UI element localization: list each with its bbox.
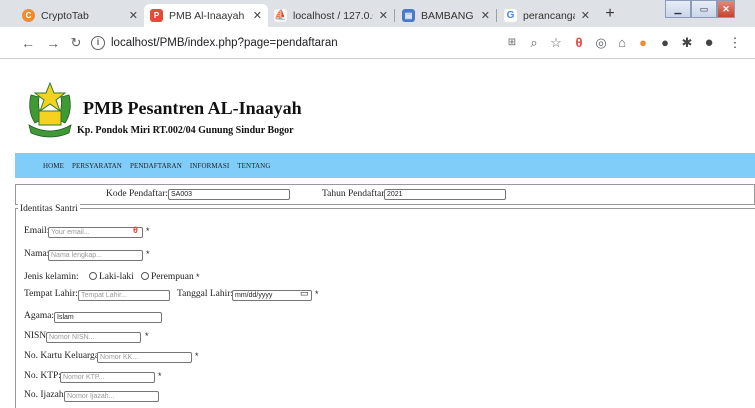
- nama-input[interactable]: Nama lengkap...: [48, 250, 143, 261]
- site-header: PMB Pesantren AL-Inaayah Kp. Pondok Miri…: [15, 75, 755, 150]
- fieldset-legend: Identitas Santri: [18, 204, 80, 214]
- minimize-button[interactable]: ▁: [665, 0, 691, 18]
- tab-google-search[interactable]: G perancangan prose ✕: [498, 4, 596, 27]
- kode-label: Kode Pendaftar:: [106, 189, 168, 199]
- tab-phpmyadmin[interactable]: ⛵ localhost / 127.0.0. ✕: [268, 4, 394, 27]
- tab-label: PMB Al-Inaayah: [169, 9, 245, 22]
- maximize-button[interactable]: ▭: [691, 0, 717, 18]
- extensions-puzzle-icon[interactable]: ✱: [678, 34, 696, 52]
- tab-label: BAMBANG KUSTR: [421, 9, 475, 22]
- tab-cryptotab[interactable]: C CryptoTab ✕: [16, 4, 144, 27]
- translate-icon[interactable]: ⊞: [503, 34, 521, 52]
- tahun-label: Tahun Pendaftar:: [322, 189, 388, 199]
- radio-perempuan[interactable]: Perempuan: [141, 272, 194, 282]
- required-mark: *: [145, 331, 149, 341]
- web-page: PMB Pesantren AL-Inaayah Kp. Pondok Miri…: [0, 60, 755, 408]
- kartu-keluarga-input[interactable]: Nomor KK...: [97, 352, 192, 363]
- agama-input[interactable]: Islam: [54, 312, 162, 323]
- new-tab-button[interactable]: +: [599, 4, 621, 24]
- tab-label: localhost / 127.0.0.: [293, 9, 373, 22]
- nav-pendaftaran[interactable]: PENDAFTARAN: [130, 162, 182, 170]
- kode-pendaftar-input[interactable]: SA003: [168, 189, 290, 200]
- required-mark: *: [146, 249, 150, 259]
- site-title: PMB Pesantren AL-Inaayah: [83, 98, 302, 118]
- tab-label: perancangan prose: [523, 9, 575, 22]
- close-icon[interactable]: ✕: [253, 9, 262, 22]
- required-mark: *: [158, 371, 162, 381]
- required-mark: *: [195, 351, 199, 361]
- required-mark: *: [146, 226, 150, 236]
- tab-divider: [394, 9, 395, 22]
- back-icon[interactable]: ←: [18, 33, 38, 53]
- phpmyadmin-icon: ⛵: [274, 9, 287, 22]
- tab-document[interactable]: ▤ BAMBANG KUSTR ✕: [396, 4, 496, 27]
- pmb-favicon: P: [150, 9, 163, 22]
- tempat-lahir-label: Tempat Lahir:: [24, 289, 78, 299]
- bookmark-star-icon[interactable]: ☆: [547, 34, 565, 52]
- extension-lock-icon[interactable]: θ: [570, 34, 588, 52]
- nama-label: Nama:: [24, 249, 50, 259]
- nav-informasi[interactable]: INFORMASI: [190, 162, 229, 170]
- agama-label: Agama:: [24, 311, 55, 321]
- nav-home[interactable]: HOME: [43, 162, 64, 170]
- window-controls: ▁ ▭ ✕: [665, 0, 735, 18]
- ktp-input[interactable]: Nomor KTP...: [60, 372, 155, 383]
- tempat-lahir-input[interactable]: Tempat Lahir...: [78, 290, 170, 301]
- calendar-icon[interactable]: ▭: [300, 288, 309, 299]
- close-icon[interactable]: ✕: [379, 9, 388, 22]
- tab-divider: [496, 9, 497, 22]
- forward-icon[interactable]: →: [43, 33, 63, 53]
- radio-button[interactable]: [89, 272, 97, 280]
- cryptotab-icon: C: [22, 9, 35, 22]
- jenis-kelamin-label: Jenis kelamin:: [24, 272, 79, 282]
- ktp-label: No. KTP:: [24, 371, 61, 381]
- site-address: Kp. Pondok Miri RT.002/04 Gunung Sindur …: [77, 125, 294, 136]
- close-icon[interactable]: ✕: [581, 9, 590, 22]
- nav-tentang[interactable]: TENTANG: [237, 162, 270, 170]
- radio-label: Perempuan: [151, 272, 194, 282]
- ijazah-input[interactable]: Nomor Ijazah...: [64, 391, 159, 402]
- close-icon[interactable]: ✕: [129, 9, 138, 22]
- tanggal-lahir-label: Tanggal Lahir:: [177, 289, 234, 299]
- kartu-keluarga-label: No. Kartu Keluarga:: [24, 351, 102, 361]
- ijazah-label: No. Ijazah:: [24, 390, 67, 400]
- document-icon: ▤: [402, 9, 415, 22]
- zoom-icon[interactable]: ⌕: [525, 34, 543, 52]
- browser-toolbar: ← → ↻ i localhost/PMB/index.php?page=pen…: [0, 27, 755, 59]
- info-icon[interactable]: i: [91, 35, 105, 50]
- profile-avatar-icon[interactable]: ●: [700, 34, 718, 52]
- password-manager-icon[interactable]: θ: [133, 225, 138, 235]
- tab-label: CryptoTab: [41, 9, 89, 22]
- cryptotab-extension-icon[interactable]: ●: [634, 34, 652, 52]
- tab-pmb-al-inaayah[interactable]: P PMB Al-Inaayah ✕: [144, 4, 268, 27]
- pesantren-logo-icon: [28, 81, 72, 138]
- radio-button[interactable]: [141, 272, 149, 280]
- tahun-pendaftar-input[interactable]: 2021: [384, 189, 506, 200]
- extension-circle-icon[interactable]: ◎: [592, 34, 610, 52]
- extension-dark-icon[interactable]: ●: [656, 34, 674, 52]
- nisn-input[interactable]: Nomor NISN...: [46, 332, 141, 343]
- required-mark: *: [315, 289, 319, 299]
- url-text: localhost/PMB/index.php?page=pendaftaran: [111, 36, 338, 49]
- home-icon[interactable]: ⌂: [613, 34, 631, 52]
- main-navigation: HOME PERSYARATAN PENDAFTARAN INFORMASI T…: [15, 153, 755, 178]
- required-mark: *: [196, 272, 200, 282]
- reload-icon[interactable]: ↻: [66, 33, 86, 53]
- browser-tab-strip: C CryptoTab ✕ P PMB Al-Inaayah ✕ ⛵ local…: [0, 0, 755, 27]
- email-input[interactable]: Your email...: [48, 227, 143, 238]
- radio-label: Laki-laki: [99, 272, 134, 282]
- address-bar[interactable]: i localhost/PMB/index.php?page=pendaftar…: [91, 32, 486, 53]
- email-label: Email:: [24, 226, 50, 236]
- google-icon: G: [504, 9, 517, 22]
- close-icon[interactable]: ✕: [481, 9, 490, 22]
- nav-persyaratan[interactable]: PERSYARATAN: [72, 162, 122, 170]
- registration-code-box: Kode Pendaftar: SA003 Tahun Pendaftar: 2…: [15, 184, 755, 205]
- radio-laki-laki[interactable]: Laki-laki: [89, 272, 134, 282]
- menu-dots-icon[interactable]: ⋮: [726, 34, 744, 52]
- close-window-button[interactable]: ✕: [717, 0, 735, 18]
